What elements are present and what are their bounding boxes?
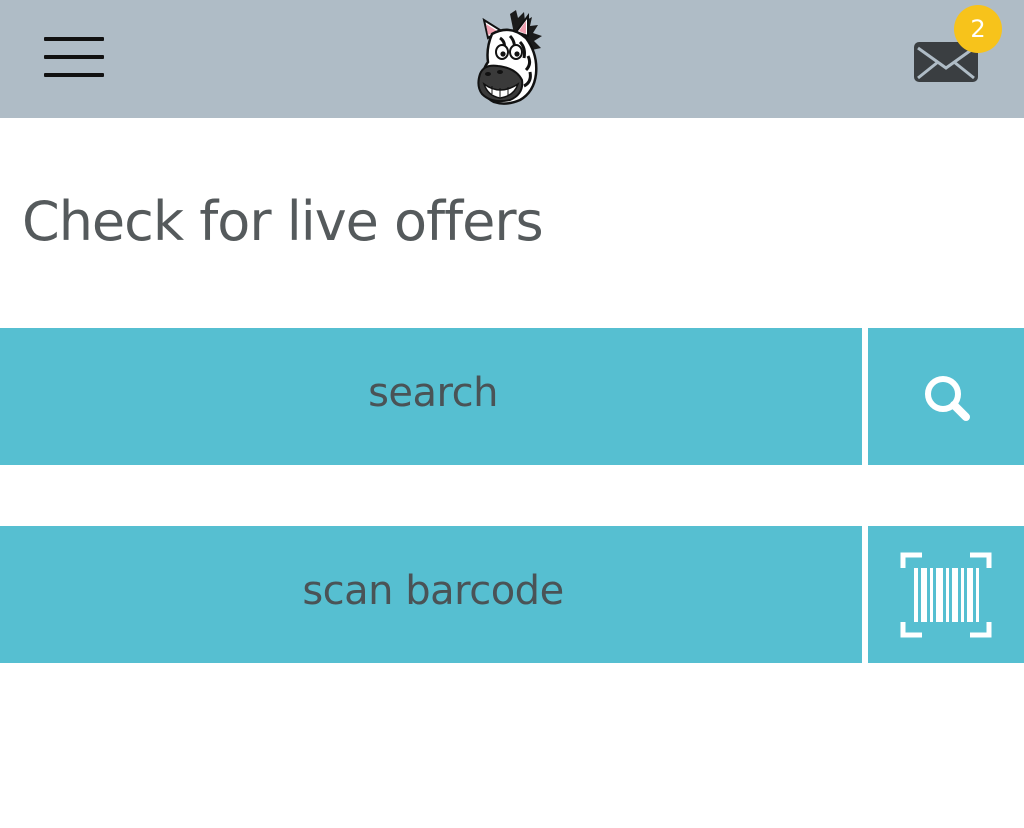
notification-badge: 2 <box>954 5 1002 53</box>
menu-line <box>44 37 104 41</box>
app-screen: 2 Check for live offers search scan barc… <box>0 0 1024 828</box>
top-bar: 2 <box>0 0 1024 118</box>
menu-line <box>44 73 104 77</box>
barcode-scan-icon <box>900 552 992 637</box>
search-button[interactable]: search <box>0 328 862 465</box>
menu-button[interactable] <box>44 33 106 83</box>
page-title: Check for live offers <box>22 190 544 253</box>
menu-line <box>44 55 104 59</box>
zebra-logo-icon[interactable] <box>470 8 556 112</box>
search-icon <box>925 375 970 421</box>
scan-barcode-button-label: scan barcode <box>302 567 564 614</box>
search-icon-button[interactable] <box>868 328 1024 465</box>
scan-barcode-button[interactable]: scan barcode <box>0 526 862 663</box>
barcode-scan-button[interactable] <box>868 526 1024 663</box>
search-button-label: search <box>368 369 498 416</box>
